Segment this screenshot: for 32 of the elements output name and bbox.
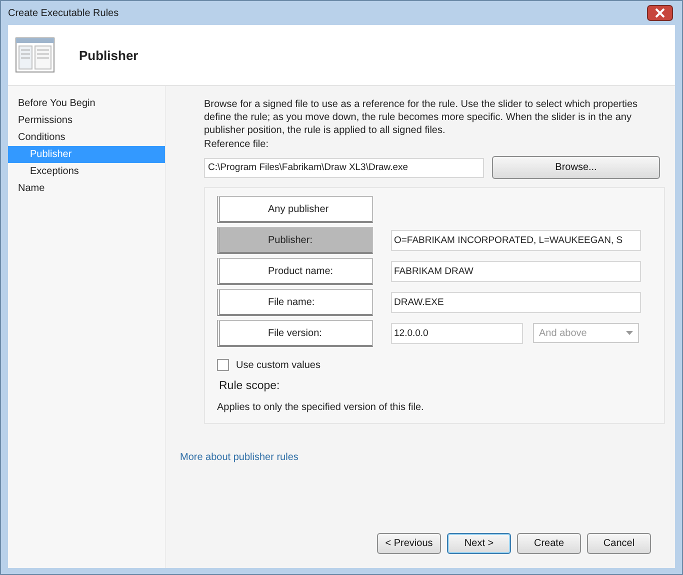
footer-button[interactable]: Next > — [447, 533, 511, 554]
footer-button[interactable]: Create — [517, 533, 581, 554]
slider-position[interactable]: Product name: — [217, 258, 373, 285]
nav-item[interactable]: Before You Begin — [8, 95, 165, 112]
property-field[interactable]: FABRIKAM DRAW — [391, 261, 641, 282]
nav-item[interactable]: Conditions — [8, 129, 165, 146]
property-field[interactable]: 12.0.0.0 — [391, 323, 523, 344]
checkbox[interactable] — [217, 359, 229, 371]
footer-button[interactable]: < Previous — [377, 533, 441, 554]
window-title: Create Executable Rules — [8, 8, 119, 18]
close-icon[interactable] — [647, 5, 673, 21]
slider-position[interactable]: File name: — [217, 289, 373, 316]
page-title: Publisher — [79, 48, 138, 62]
field-label: Reference file: — [204, 139, 270, 150]
property-field[interactable]: DRAW.EXE — [391, 292, 641, 313]
footer-button[interactable]: Cancel — [587, 533, 651, 554]
checkbox-label: Use custom values — [236, 360, 320, 370]
caret-icon — [626, 331, 633, 335]
nav-item[interactable]: Name — [8, 180, 165, 197]
scope-text: Applies to only the specified version of this file. — [217, 402, 425, 413]
description-text: Browse for a signed file to use as a reference for the rule. Use the slider to select which properties define the rule; as you move down, the rule becomes more specific. When the slider is in the any publisher position, the rule is applied to all signed files. — [204, 98, 639, 137]
slider-position[interactable]: Any publisher — [217, 196, 373, 223]
browse-button[interactable]: Browse... — [492, 156, 660, 179]
slider-position[interactable]: Publisher: — [217, 227, 373, 254]
nav-item[interactable]: Exceptions — [8, 163, 165, 180]
section-label: Rule scope: — [219, 380, 281, 392]
slider-position[interactable]: File version: — [217, 320, 373, 347]
window-icon — [15, 37, 55, 73]
help-link[interactable]: More about publisher rules — [180, 452, 298, 463]
reference-file-field[interactable]: C:\Program Files\Fabrikam\Draw XL3\Draw.exe — [204, 158, 484, 178]
property-field[interactable]: O=FABRIKAM INCORPORATED, L=WAUKEEGAN, S — [391, 230, 641, 251]
nav-item[interactable]: Permissions — [8, 112, 165, 129]
